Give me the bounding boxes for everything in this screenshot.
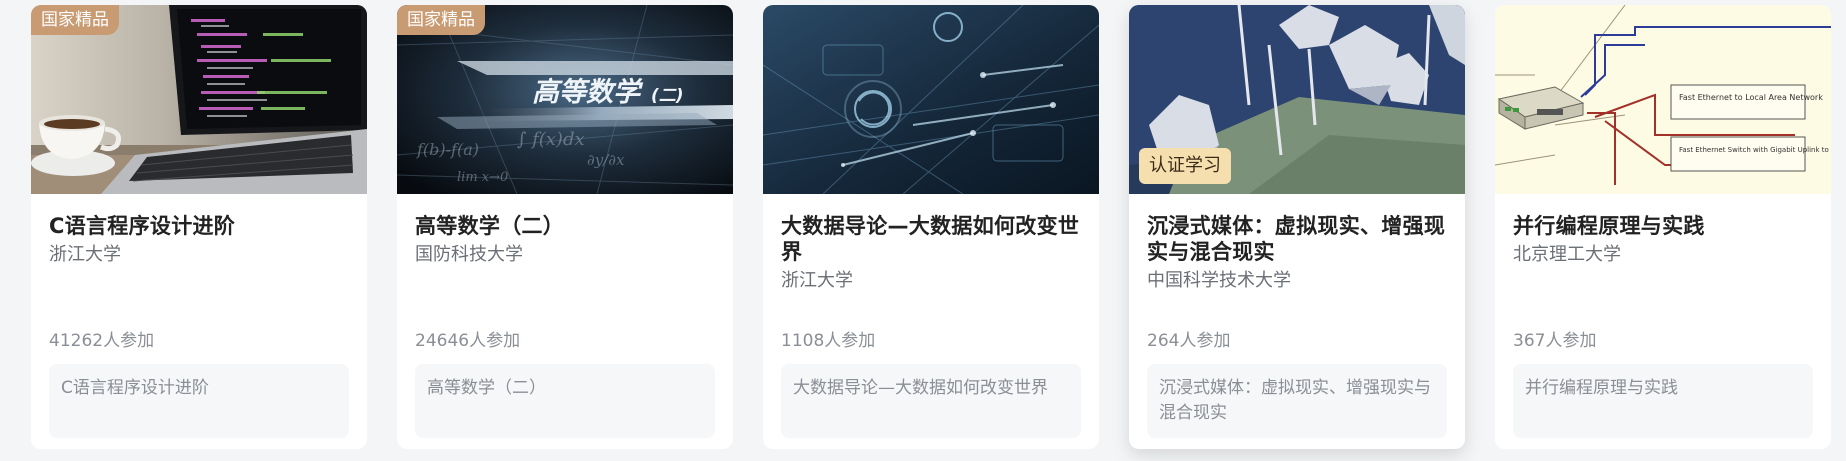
participant-count: 1108人参加 bbox=[781, 331, 876, 351]
participant-count: 264人参加 bbox=[1147, 331, 1231, 351]
course-card[interactable]: 认证学习 沉浸式媒体：虚拟现实、增强现实与混合现实 中国科学技术大学 264人参… bbox=[1129, 5, 1465, 449]
network-diagram-image: Fast Ethernet to Local Area Network Fast… bbox=[1495, 5, 1831, 194]
course-title[interactable]: 并行编程原理与实践 bbox=[1513, 213, 1813, 239]
svg-text:∂y/∂x: ∂y/∂x bbox=[587, 151, 625, 169]
svg-text:lim x→0: lim x→0 bbox=[457, 170, 508, 185]
course-card[interactable]: 国家精品 C语言程序设计进阶 浙江大学 41262人参加 C语言程序设计进阶 bbox=[31, 5, 367, 449]
course-school[interactable]: 浙江大学 bbox=[781, 269, 1081, 293]
course-card-row: 国家精品 C语言程序设计进阶 浙江大学 41262人参加 C语言程序设计进阶 高… bbox=[0, 0, 1846, 461]
course-title[interactable]: 大数据导论—大数据如何改变世界 bbox=[781, 213, 1081, 265]
course-cover[interactable]: 高等数学 (二) f(b)-f(a) ∫ f(x)dx ∂y/∂x lim x→… bbox=[397, 5, 733, 194]
course-cover[interactable]: 国家精品 bbox=[31, 5, 367, 194]
participant-count: 41262人参加 bbox=[49, 331, 155, 351]
course-description: 沉浸式媒体：虚拟现实、增强现实与混合现实 bbox=[1147, 364, 1447, 438]
course-title[interactable]: C语言程序设计进阶 bbox=[49, 213, 349, 239]
national-premium-badge: 国家精品 bbox=[397, 5, 485, 35]
course-title[interactable]: 沉浸式媒体：虚拟现实、增强现实与混合现实 bbox=[1147, 213, 1447, 265]
cover-label-text: Fast Ethernet Switch with Gigabit Uplink… bbox=[1679, 146, 1831, 154]
course-school[interactable]: 中国科学技术大学 bbox=[1147, 269, 1447, 293]
course-cover[interactable]: 认证学习 bbox=[1129, 5, 1465, 194]
course-title[interactable]: 高等数学（二） bbox=[415, 213, 715, 239]
course-school[interactable]: 国防科技大学 bbox=[415, 243, 715, 267]
course-description: 高等数学（二） bbox=[415, 364, 715, 438]
certified-learning-badge: 认证学习 bbox=[1139, 148, 1231, 184]
svg-text:f(b)-f(a): f(b)-f(a) bbox=[416, 140, 479, 159]
cover-label-text: Fast Ethernet to Local Area Network bbox=[1679, 93, 1823, 102]
course-school[interactable]: 北京理工大学 bbox=[1513, 243, 1813, 267]
course-school[interactable]: 浙江大学 bbox=[49, 243, 349, 267]
national-premium-badge: 国家精品 bbox=[31, 5, 119, 35]
cover-subtitle-text: (二) bbox=[651, 86, 684, 106]
course-card[interactable]: 大数据导论—大数据如何改变世界 浙江大学 1108人参加 大数据导论—大数据如何… bbox=[763, 5, 1099, 449]
course-description: 并行编程原理与实践 bbox=[1513, 364, 1813, 438]
svg-text:∫ f(x)dx: ∫ f(x)dx bbox=[517, 129, 585, 150]
cover-title-text: 高等数学 bbox=[532, 77, 644, 108]
course-cover[interactable]: Fast Ethernet to Local Area Network Fast… bbox=[1495, 5, 1831, 194]
participant-count: 367人参加 bbox=[1513, 331, 1597, 351]
hud-circuit-image bbox=[763, 5, 1099, 194]
course-cover[interactable] bbox=[763, 5, 1099, 194]
course-card[interactable]: Fast Ethernet to Local Area Network Fast… bbox=[1495, 5, 1831, 449]
participant-count: 24646人参加 bbox=[415, 331, 521, 351]
course-description: 大数据导论—大数据如何改变世界 bbox=[781, 364, 1081, 438]
course-description: C语言程序设计进阶 bbox=[49, 364, 349, 438]
course-card[interactable]: 高等数学 (二) f(b)-f(a) ∫ f(x)dx ∂y/∂x lim x→… bbox=[397, 5, 733, 449]
